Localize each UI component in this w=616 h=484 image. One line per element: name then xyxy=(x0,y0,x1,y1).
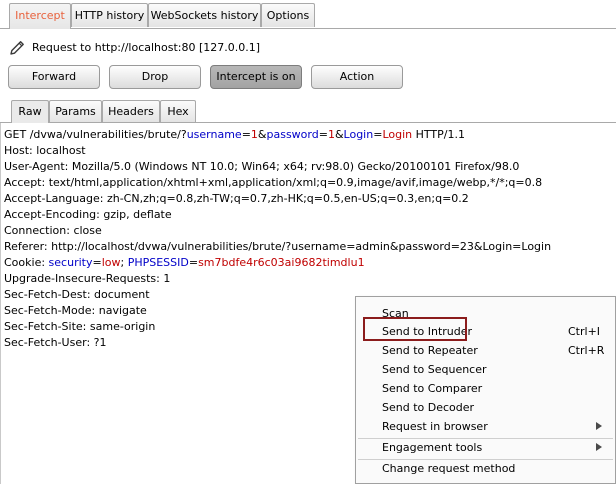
request-target-label: Request to http://localhost:80 [127.0.0.… xyxy=(32,41,261,54)
main-tab-bar: Intercept HTTP history WebSockets histor… xyxy=(0,0,616,29)
header-sec-fetch-user: Sec-Fetch-User: ?1 xyxy=(4,336,107,349)
header-host: Host: localhost xyxy=(4,144,86,157)
menu-item-change-request-method[interactable]: Change request method xyxy=(356,459,615,478)
menu-item-engagement-tools[interactable]: Engagement tools xyxy=(356,438,615,457)
menu-item-send-to-repeater[interactable]: Send to Repeater Ctrl+R xyxy=(356,341,615,360)
menu-item-send-to-sequencer[interactable]: Send to Sequencer xyxy=(356,360,615,379)
header-accept-encoding: Accept-Encoding: gzip, deflate xyxy=(4,208,172,221)
header-sec-fetch-site: Sec-Fetch-Site: same-origin xyxy=(4,320,156,333)
tab-headers[interactable]: Headers xyxy=(102,100,160,122)
tab-params[interactable]: Params xyxy=(49,100,102,122)
tab-hex[interactable]: Hex xyxy=(160,100,196,122)
forward-button[interactable]: Forward xyxy=(8,65,100,89)
header-accept: Accept: text/html,application/xhtml+xml,… xyxy=(4,176,543,189)
tab-options[interactable]: Options xyxy=(261,3,315,27)
header-user-agent: User-Agent: Mozilla/5.0 (Windows NT 10.0… xyxy=(4,160,520,173)
tab-intercept[interactable]: Intercept xyxy=(9,3,71,29)
action-button[interactable]: Action xyxy=(311,65,403,89)
message-editor-tabs: Raw Params Headers Hex xyxy=(0,98,616,123)
header-upgrade-insecure-requests: Upgrade-Insecure-Requests: 1 xyxy=(4,272,171,285)
intercept-toggle-button[interactable]: Intercept is on xyxy=(210,65,302,89)
header-accept-language: Accept-Language: zh-CN,zh;q=0.8,zh-TW;q=… xyxy=(4,192,469,205)
header-connection: Connection: close xyxy=(4,224,102,237)
request-line: GET /dvwa/vulnerabilities/brute/?usernam… xyxy=(4,128,465,141)
header-cookie: Cookie: security=low; PHPSESSID=sm7bdfe4… xyxy=(4,256,365,269)
menu-item-request-in-browser[interactable]: Request in browser xyxy=(356,417,615,436)
header-sec-fetch-mode: Sec-Fetch-Mode: navigate xyxy=(4,304,147,317)
chevron-right-icon xyxy=(596,422,602,430)
menu-item-send-to-decoder[interactable]: Send to Decoder xyxy=(356,398,615,417)
tab-raw[interactable]: Raw xyxy=(11,100,49,123)
header-sec-fetch-dest: Sec-Fetch-Dest: document xyxy=(4,288,150,301)
tab-http-history[interactable]: HTTP history xyxy=(71,3,148,27)
pencil-icon xyxy=(10,41,24,55)
header-referer: Referer: http://localhost/dvwa/vulnerabi… xyxy=(4,240,552,253)
tab-websockets-history[interactable]: WebSockets history xyxy=(148,3,261,27)
chevron-right-icon xyxy=(596,443,602,451)
drop-button[interactable]: Drop xyxy=(109,65,201,89)
intruder-highlight-box xyxy=(363,317,467,341)
menu-item-send-to-comparer[interactable]: Send to Comparer xyxy=(356,379,615,398)
